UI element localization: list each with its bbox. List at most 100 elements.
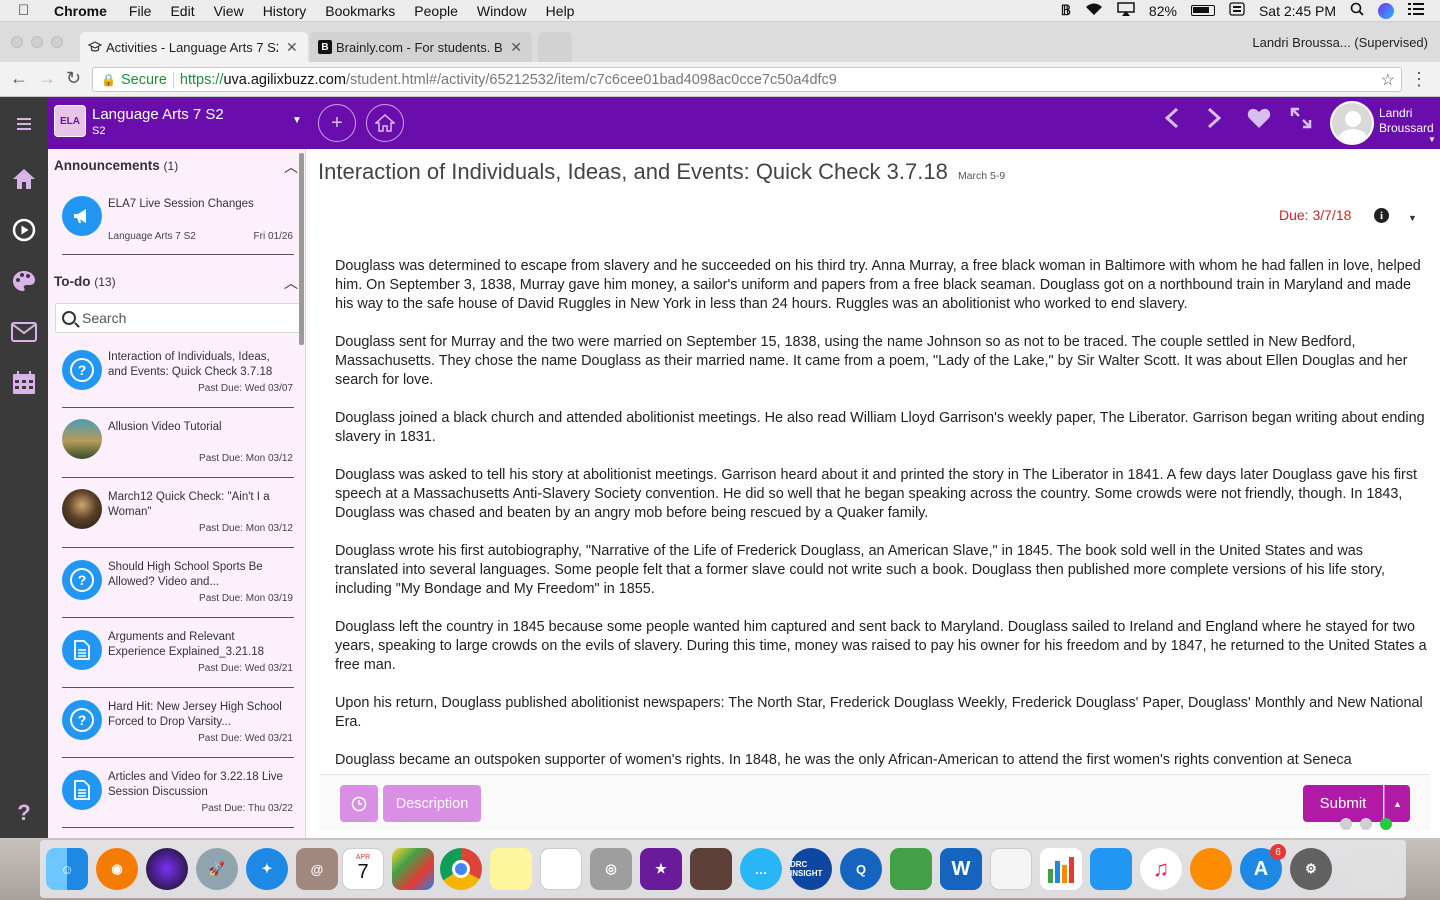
calendar-app-icon[interactable]: APR 7 — [342, 848, 384, 890]
menu-people[interactable]: People — [414, 3, 458, 19]
course-dropdown-caret-icon[interactable]: ▼ — [292, 115, 302, 126]
user-dropdown-caret-icon[interactable]: ▼ — [1428, 135, 1436, 144]
info-icon[interactable]: i — [1374, 208, 1389, 223]
drc-insight-icon[interactable]: DRC INSIGHT — [790, 848, 832, 890]
input-menu-icon[interactable] — [1229, 2, 1245, 19]
tab-close-icon[interactable]: ✕ — [510, 39, 522, 56]
description-button[interactable]: Description — [383, 785, 481, 822]
course-avatar[interactable]: ELA — [54, 105, 86, 137]
safari-compass-icon[interactable]: ✦ — [246, 848, 288, 890]
word-icon[interactable]: W — [940, 848, 982, 890]
previous-item-icon[interactable] — [1164, 107, 1180, 136]
bluetooth-icon[interactable]: 𝔹 — [1061, 2, 1071, 19]
bookmark-star-icon[interactable]: ☆ — [1381, 70, 1395, 90]
finder-icon[interactable]: ☺ — [46, 848, 88, 890]
spotlight-icon[interactable] — [1350, 2, 1364, 19]
numbers-chart-icon[interactable] — [1040, 848, 1082, 890]
next-item-icon[interactable] — [1206, 107, 1222, 136]
todo-search-input[interactable]: Search — [55, 303, 301, 333]
pages-icon[interactable] — [990, 848, 1032, 890]
contacts-icon[interactable]: @ — [296, 848, 338, 890]
new-tab-button[interactable] — [538, 32, 572, 62]
menu-chrome[interactable]: Chrome — [54, 3, 107, 19]
menu-file[interactable]: File — [129, 3, 152, 19]
itunes-music-icon[interactable]: ♫ — [1140, 848, 1182, 890]
window-close-button[interactable] — [1340, 818, 1352, 830]
quicktime-icon[interactable]: Q — [840, 848, 882, 890]
menu-history[interactable]: History — [263, 3, 307, 19]
battery-percent[interactable]: 82% — [1149, 3, 1177, 19]
favorite-heart-icon[interactable] — [1247, 107, 1271, 136]
launchpad-rocket-icon[interactable]: 🚀 — [196, 848, 238, 890]
fullscreen-icon[interactable] — [1290, 107, 1312, 136]
system-preferences-gear-icon[interactable]: ⚙ — [1290, 848, 1332, 890]
reload-icon[interactable]: ↻ — [66, 68, 81, 89]
airplay-icon[interactable] — [1117, 2, 1135, 19]
window-zoom-button[interactable] — [51, 36, 63, 48]
clock[interactable]: Sat 2:45 PM — [1259, 3, 1336, 19]
siri-icon[interactable] — [1378, 2, 1394, 19]
trash-icon[interactable] — [1350, 848, 1392, 890]
user-first-name: Landri — [1379, 106, 1413, 120]
sidebar-scrollbar[interactable] — [299, 153, 304, 345]
timer-button[interactable] — [340, 785, 378, 822]
podcast-app-icon[interactable]: ◉ — [96, 848, 138, 890]
messages-icon[interactable]: … — [740, 848, 782, 890]
collapse-chevron-icon[interactable]: ︿ — [284, 157, 298, 177]
siri-icon[interactable] — [146, 848, 188, 890]
submit-dropdown-caret-icon[interactable]: ▲ — [1384, 785, 1410, 822]
play-circle-icon[interactable] — [10, 216, 38, 244]
menu-bookmarks[interactable]: Bookmarks — [325, 3, 395, 19]
home-icon[interactable] — [10, 165, 38, 193]
palette-icon[interactable] — [10, 267, 38, 295]
battery-icon[interactable] — [1190, 5, 1215, 16]
announcements-header[interactable]: Announcements (1) — [54, 158, 178, 173]
home-button[interactable] — [366, 104, 404, 142]
window-zoom-button[interactable] — [1380, 818, 1392, 830]
collapse-chevron-icon[interactable]: ︿ — [284, 273, 298, 293]
add-button[interactable]: + — [318, 104, 356, 142]
photo-booth-icon[interactable] — [690, 848, 732, 890]
options-caret-icon[interactable]: ▼ — [1408, 213, 1417, 223]
todo-header[interactable]: To-do (13) — [54, 274, 116, 289]
apple-menu-icon[interactable]:  — [18, 2, 40, 19]
course-title[interactable]: Language Arts 7 S2 — [92, 106, 224, 123]
tab-activities[interactable]: Activities - Language Arts 7 S2 ✕ — [80, 32, 308, 62]
tab-brainly[interactable]: B Brainly.com - For students. By ✕ — [310, 32, 532, 62]
hamburger-menu-icon[interactable] — [10, 110, 38, 138]
profile-label[interactable]: Landri Broussa... (Supervised) — [1252, 35, 1428, 50]
chrome-menu-icon[interactable]: ⋮ — [1410, 69, 1428, 90]
mail-icon[interactable] — [10, 318, 38, 346]
menu-edit[interactable]: Edit — [170, 3, 194, 19]
window-minimize-button[interactable] — [1360, 818, 1372, 830]
window-close-button[interactable] — [11, 36, 23, 48]
back-arrow-icon[interactable]: ← — [10, 68, 28, 89]
address-bar[interactable]: 🔒 Secure https:// uva.agilixbuzz.com /st… — [92, 67, 1402, 92]
ibooks-icon[interactable] — [1190, 848, 1232, 890]
menu-help[interactable]: Help — [546, 3, 575, 19]
app-store-icon[interactable]: A 6 — [1240, 844, 1286, 890]
window-minimize-button[interactable] — [31, 36, 43, 48]
menu-window[interactable]: Window — [477, 3, 527, 19]
notes-icon[interactable] — [490, 848, 532, 890]
wifi-icon[interactable] — [1085, 2, 1103, 19]
keynote-icon[interactable] — [1090, 848, 1132, 890]
chrome-icon[interactable] — [440, 848, 482, 890]
app-icon[interactable] — [392, 848, 434, 890]
facetime-icon[interactable] — [890, 848, 932, 890]
tab-close-icon[interactable]: ✕ — [286, 39, 298, 56]
menu-view[interactable]: View — [214, 3, 244, 19]
submit-button[interactable]: Submit — [1303, 785, 1383, 822]
imovie-star-icon[interactable]: ★ — [640, 848, 682, 890]
user-name[interactable]: Landri Broussard — [1379, 106, 1434, 136]
calendar-icon[interactable] — [10, 369, 38, 397]
image-capture-icon[interactable]: ◎ — [590, 848, 632, 890]
reminders-icon[interactable] — [540, 848, 582, 890]
lock-icon[interactable]: 🔒 — [101, 73, 116, 87]
forward-arrow-icon[interactable]: → — [38, 68, 56, 89]
user-avatar[interactable] — [1330, 101, 1374, 145]
todo-due: Past Due: Mon 03/12 — [199, 453, 293, 464]
secure-label[interactable]: Secure — [121, 72, 167, 88]
help-question-icon[interactable]: ? — [10, 799, 38, 827]
notification-center-icon[interactable] — [1408, 2, 1424, 19]
